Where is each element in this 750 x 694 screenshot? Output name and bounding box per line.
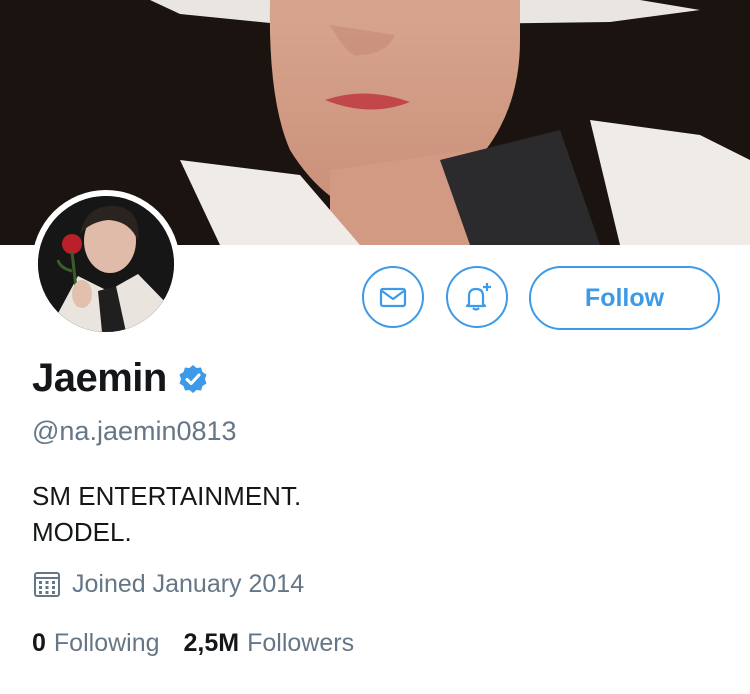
- following-count: 0: [32, 629, 46, 657]
- following-label: Following: [53, 629, 160, 657]
- message-button[interactable]: [362, 266, 424, 328]
- joined-date: Joined January 2014: [72, 569, 305, 598]
- profile-stats: 0 Following 2,5M Followers: [32, 629, 354, 658]
- name-row: Jaemin: [32, 356, 209, 401]
- bio-line: MODEL.: [32, 517, 132, 547]
- profile-handle: @na.jaemin0813: [32, 416, 237, 446]
- notifications-button[interactable]: [446, 266, 508, 328]
- display-name: Jaemin: [32, 356, 167, 400]
- bio-line: SM ENTERTAINMENT.: [32, 481, 302, 511]
- follow-button[interactable]: Follow: [529, 266, 720, 330]
- followers-label: Followers: [247, 629, 355, 657]
- bell-plus-icon: [465, 283, 491, 311]
- joined-row: Joined January 2014: [32, 569, 304, 599]
- following-stat[interactable]: 0 Following: [32, 629, 160, 658]
- followers-count: 2,5M: [183, 629, 240, 657]
- profile-bio: SM ENTERTAINMENT. MODEL.: [32, 478, 301, 550]
- envelope-icon: [379, 287, 407, 308]
- calendar-icon: [34, 572, 60, 597]
- followers-stat[interactable]: 2,5M Followers: [184, 629, 355, 658]
- verified-badge-icon: [179, 364, 207, 393]
- profile-actions: Follow: [0, 266, 750, 332]
